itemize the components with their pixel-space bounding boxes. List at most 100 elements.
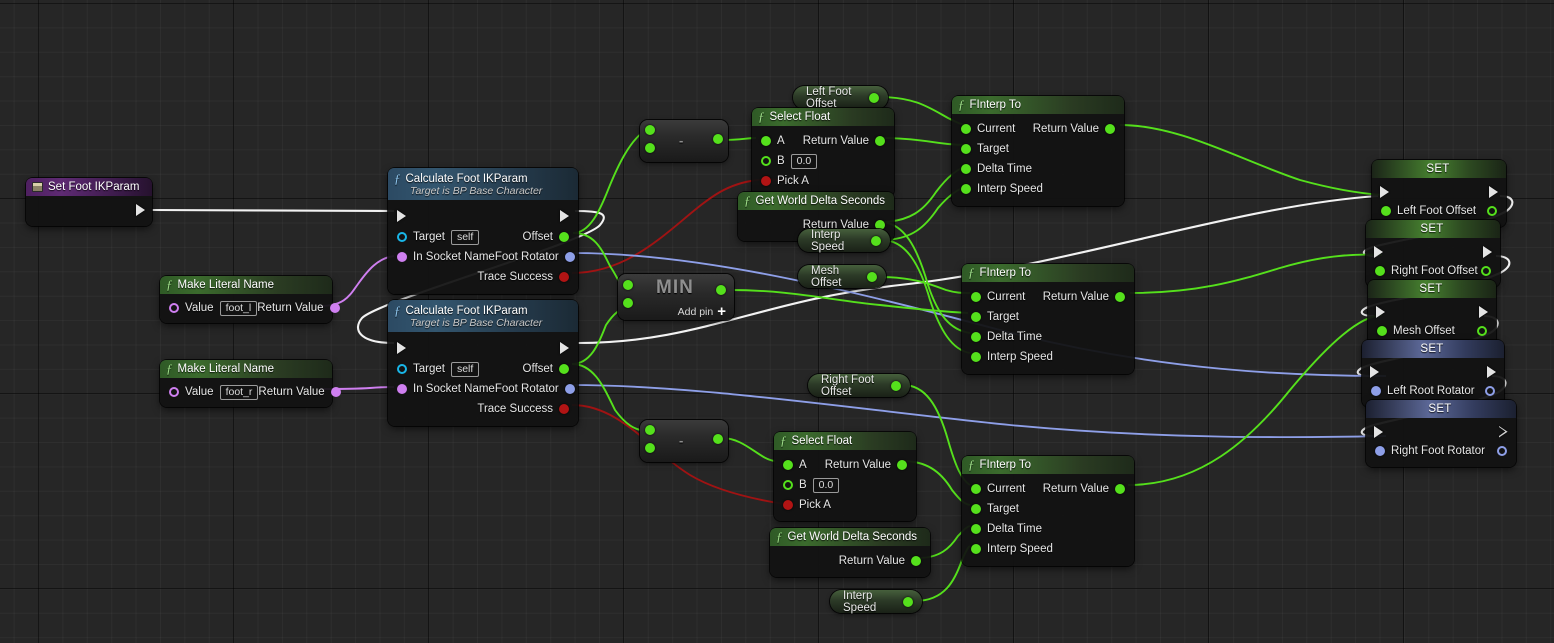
node-make-literal-name-left[interactable]: ƒ Make Literal Name Value foot_l Return … [160,276,340,323]
input-b-value[interactable]: 0.0 [790,153,818,169]
in-socket-name-pin[interactable] [397,384,407,394]
value-output-pin[interactable] [869,92,879,103]
exec-input-pin[interactable] [1374,425,1383,438]
node-finterp-to-3[interactable]: ƒ FInterp To Current Return Value Target… [962,456,1134,566]
set-node-mesh-offset[interactable]: SET Mesh Offset [1368,280,1496,347]
value-output-pin[interactable] [871,235,881,246]
variable-input-pin[interactable] [1381,206,1391,216]
exec-input-pin[interactable] [397,342,406,354]
operand-a-pin[interactable] [645,125,655,135]
value-output-pin[interactable] [903,596,913,607]
return-value-pin[interactable] [1115,484,1125,494]
name-input-pin[interactable] [169,387,179,397]
target-input-pin[interactable] [971,312,981,322]
operand-a-pin[interactable] [623,280,633,290]
return-value-pin[interactable] [1115,292,1125,302]
operand-a-pin[interactable] [645,425,655,435]
getter-interp-speed-top[interactable]: Interp Speed [798,229,890,253]
target-value[interactable]: self [450,229,480,245]
set-node-right-foot-rotator[interactable]: SET Right Foot Rotator [1366,400,1516,467]
delta-time-input-pin[interactable] [961,164,971,174]
node-set-foot-ikparam[interactable]: Set Foot IKParam [26,178,152,226]
return-value-pin[interactable] [1105,124,1115,134]
result-output-pin[interactable] [713,134,723,144]
exec-output-pin[interactable] [560,342,569,354]
value-output-pin[interactable] [891,380,901,391]
input-b-pin[interactable] [783,480,793,490]
node-make-literal-name-right[interactable]: ƒ Make Literal Name Value foot_r Return … [160,360,341,407]
node-get-world-delta-seconds-bottom[interactable]: ƒ Get World Delta Seconds Return Value [770,528,930,577]
offset-output-pin[interactable] [559,364,569,374]
value-output-pin[interactable] [867,271,877,282]
node-min[interactable]: MIN Add pin + [618,274,734,320]
node-subtract-top[interactable]: - [640,120,728,162]
exec-output-pin[interactable] [1479,305,1488,318]
return-value-pin[interactable] [897,460,907,470]
blueprint-graph-canvas[interactable]: Set Foot IKParam ƒ Make Literal Name Val… [0,0,1554,643]
variable-input-pin[interactable] [1375,446,1385,456]
operand-b-pin[interactable] [623,298,633,308]
result-output-pin[interactable] [713,434,723,444]
delta-time-input-pin[interactable] [971,524,981,534]
set-node-left-foot-offset[interactable]: SET Left Foot Offset [1372,160,1506,227]
exec-output-pin[interactable] [560,210,569,222]
target-input-pin[interactable] [971,504,981,514]
delta-time-input-pin[interactable] [971,332,981,342]
result-output-pin[interactable] [716,285,726,295]
value-field[interactable]: foot_r [219,384,259,400]
return-value-pin[interactable] [911,556,921,566]
variable-input-pin[interactable] [1377,326,1387,336]
exec-input-pin[interactable] [1380,185,1389,198]
return-value-pin[interactable] [875,136,885,146]
node-finterp-to-1[interactable]: ƒ FInterp To Current Return Value Target… [952,96,1124,206]
exec-output-pin[interactable] [1499,426,1508,438]
variable-output-pin[interactable] [1481,266,1491,276]
getter-left-foot-offset[interactable]: Left Foot Offset [793,86,888,110]
getter-interp-speed-bottom[interactable]: Interp Speed [830,590,922,614]
node-calculate-foot-ikparam-right[interactable]: ƒ Calculate Foot IKParam Target is BP Ba… [388,300,578,426]
name-output-pin[interactable] [329,303,340,313]
target-object-pin[interactable] [397,364,407,374]
input-b-value[interactable]: 0.0 [812,477,840,493]
target-input-pin[interactable] [961,144,971,154]
exec-output-pin[interactable] [1483,245,1492,258]
exec-input-pin[interactable] [1374,245,1383,258]
variable-output-pin[interactable] [1487,206,1497,216]
getter-mesh-offset[interactable]: Mesh Offset [798,265,886,289]
set-node-right-foot-offset[interactable]: SET Right Foot Offset [1366,220,1500,287]
variable-output-pin[interactable] [1485,386,1495,396]
node-subtract-bottom[interactable]: - [640,420,728,462]
pick-a-pin[interactable] [761,176,771,186]
trace-success-output-pin[interactable] [559,272,569,282]
current-input-pin[interactable] [971,292,981,302]
input-a-pin[interactable] [783,460,793,470]
in-socket-name-pin[interactable] [397,252,407,262]
exec-input-pin[interactable] [1370,365,1379,378]
node-finterp-to-2[interactable]: ƒ FInterp To Current Return Value Target… [962,264,1134,374]
current-input-pin[interactable] [961,124,971,134]
operand-b-pin[interactable] [645,443,655,453]
trace-success-output-pin[interactable] [559,404,569,414]
interp-speed-input-pin[interactable] [961,184,971,194]
interp-speed-input-pin[interactable] [971,544,981,554]
value-field[interactable]: foot_l [219,300,258,316]
operand-b-pin[interactable] [645,143,655,153]
exec-input-pin[interactable] [1376,305,1385,318]
target-object-pin[interactable] [397,232,407,242]
target-value[interactable]: self [450,361,480,377]
input-b-pin[interactable] [761,156,771,166]
getter-right-foot-offset[interactable]: Right Foot Offset [808,374,910,398]
foot-rotator-output-pin[interactable] [564,252,575,262]
offset-output-pin[interactable] [559,232,569,242]
set-node-left-root-rotator[interactable]: SET Left Root Rotator [1362,340,1504,407]
input-a-pin[interactable] [761,136,771,146]
interp-speed-input-pin[interactable] [971,352,981,362]
node-select-float-bottom[interactable]: ƒ Select Float A Return Value B 0.0 Pick… [774,432,916,521]
node-select-float-top[interactable]: ƒ Select Float A Return Value B 0.0 Pick… [752,108,894,197]
exec-output-pin[interactable] [1487,365,1496,378]
name-output-pin[interactable] [330,387,341,397]
variable-input-pin[interactable] [1375,266,1385,276]
node-calculate-foot-ikparam-left[interactable]: ƒ Calculate Foot IKParam Target is BP Ba… [388,168,578,294]
foot-rotator-output-pin[interactable] [564,384,575,394]
exec-output-pin[interactable] [1489,185,1498,198]
